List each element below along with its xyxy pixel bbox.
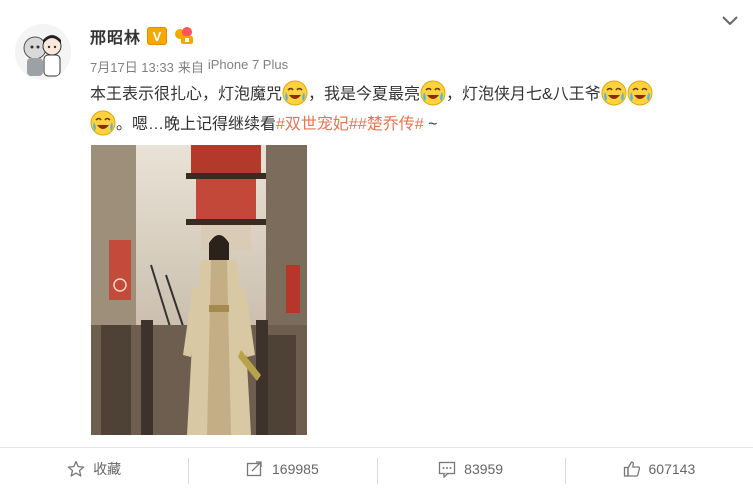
vip-level-icon[interactable] — [173, 26, 195, 46]
author-name[interactable]: 邢昭林 — [90, 24, 141, 48]
comment-icon — [439, 461, 456, 478]
hashtag-link[interactable]: #双世宠妃# — [276, 116, 358, 133]
comment-count: 83959 — [464, 461, 504, 477]
like-count: 607143 — [648, 461, 696, 477]
text-segment: ~ — [423, 116, 438, 133]
favorite-label: 收藏 — [93, 461, 122, 477]
post-photo[interactable] — [91, 145, 307, 435]
laugh-cry-emoji-icon — [282, 80, 308, 106]
post-source[interactable]: iPhone 7 Plus — [208, 57, 288, 76]
chevron-down-icon[interactable] — [721, 14, 739, 28]
verified-badge[interactable]: V — [147, 27, 168, 45]
repost-button[interactable]: 169985 — [188, 448, 376, 490]
text-segment: ，我是今夏最亮 — [308, 86, 421, 103]
post-date[interactable]: 7月17日 13:33 — [90, 57, 174, 76]
like-button[interactable]: 607143 — [564, 448, 753, 490]
laugh-cry-emoji-icon — [420, 80, 446, 106]
text-segment: 本王表示很扎心，灯泡魔咒 — [90, 86, 283, 103]
text-segment: 。嗯…晚上记得继续看 — [116, 116, 277, 133]
post-text: 本王表示很扎心，灯泡魔咒 ，我是今夏最亮 ，灯泡侠月七&八王爷 。嗯…晚上记得继续看#… — [90, 80, 730, 140]
repost-icon — [246, 461, 262, 477]
source-prefix: 来自 — [177, 60, 204, 75]
repost-count: 169985 — [272, 461, 319, 477]
post-meta: 7月17日 13:33 来自 iPhone 7 Plus — [90, 57, 288, 76]
hashtag-link[interactable]: #楚乔传# — [358, 116, 424, 133]
favorite-button[interactable]: 收藏 — [0, 448, 188, 490]
text-segment: ，灯泡侠月七&八王爷 — [446, 86, 601, 103]
weibo-card: 邢昭林 V 7月17日 13:33 来自 iPhone 7 Plus 本王表示很… — [0, 0, 753, 490]
post-actions: 收藏 169985 83959 607143 — [0, 447, 753, 490]
author-row: 邢昭林 V — [90, 24, 195, 48]
like-icon — [623, 461, 640, 477]
laugh-cry-emoji-icon — [90, 110, 116, 136]
comment-button[interactable]: 83959 — [376, 448, 565, 490]
star-icon — [67, 460, 85, 477]
avatar[interactable] — [15, 24, 71, 80]
laugh-cry-emoji-icon — [627, 80, 653, 106]
laugh-cry-emoji-icon — [601, 80, 627, 106]
